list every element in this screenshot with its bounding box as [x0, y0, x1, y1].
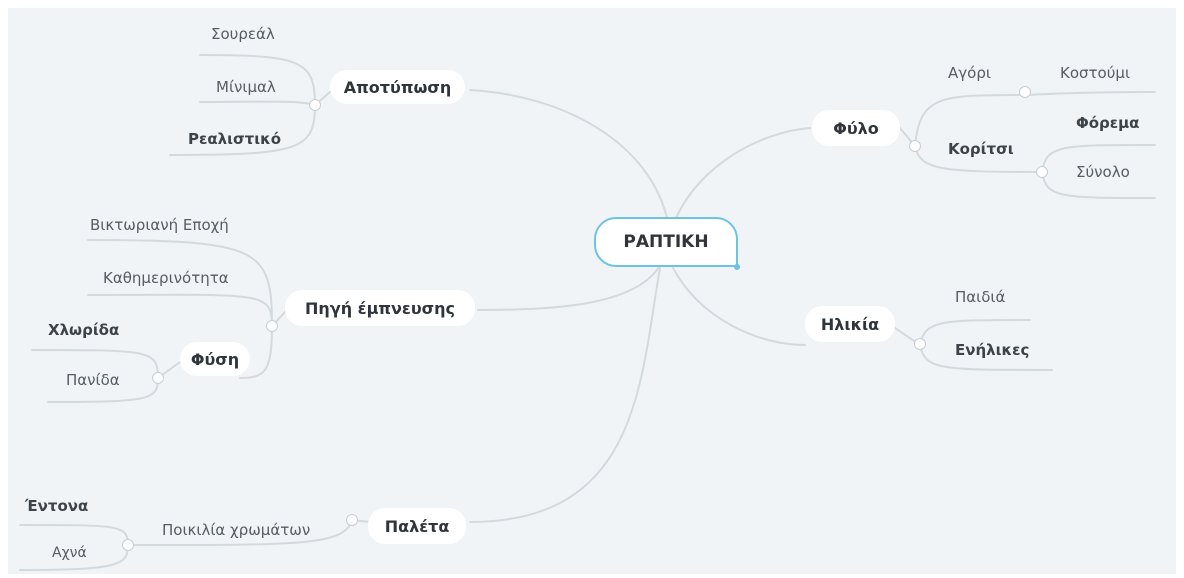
node-fylo-label: Φύλο [833, 118, 879, 138]
node-paleta-label: Παλέτα [384, 516, 450, 536]
collapse-toggle-ilikia[interactable] [914, 338, 926, 350]
node-paidia[interactable]: Παιδιά [955, 287, 1005, 307]
link-root-fylo [675, 127, 811, 219]
node-minimal[interactable]: Μίνιμαλ [216, 77, 276, 97]
link-root-ilikia [671, 265, 806, 346]
node-kathimerinotita[interactable]: Καθημερινότητα [103, 268, 229, 288]
collapse-toggle-fylo[interactable] [909, 140, 921, 152]
node-synolo[interactable]: Σύνολο [1076, 162, 1130, 182]
node-paleta[interactable]: Παλέτα [368, 508, 466, 544]
root-resize-handle[interactable] [734, 264, 740, 270]
node-viktoriani[interactable]: Βικτωριανή Εποχή [90, 215, 229, 235]
link-minimal [199, 100, 316, 106]
node-fysi-label: Φύση [190, 349, 240, 369]
collapse-toggle-apotyposi[interactable] [309, 99, 321, 111]
collapse-toggle-fysi[interactable] [152, 372, 164, 384]
root-node[interactable]: ΡΑΠΤΙΚΗ [594, 217, 738, 267]
mindmap-canvas: ΡΑΠΤΙΚΗ Αποτύπωση Σουρεάλ Μίνιμαλ Ρεαλισ… [0, 0, 1184, 578]
node-kostoumi[interactable]: Κοστούμι [1060, 63, 1130, 83]
node-sourealist[interactable]: Σουρεάλ [211, 24, 275, 44]
node-ilikia[interactable]: Ηλικία [805, 306, 895, 342]
collapse-toggle-koritsi[interactable] [1036, 166, 1048, 178]
link-root-apotyposi [469, 89, 669, 223]
collapse-toggle-poikilia[interactable] [122, 539, 134, 551]
node-fysi[interactable]: Φύση [180, 342, 250, 376]
node-agori[interactable]: Αγόρι [948, 63, 991, 83]
node-enilikes[interactable]: Ενήλικες [955, 340, 1029, 360]
collapse-toggle-paleta[interactable] [346, 514, 358, 526]
node-apotyposi-label: Αποτύπωση [343, 77, 452, 97]
node-pigi[interactable]: Πηγή έμπνευσης [285, 290, 475, 326]
collapse-toggle-pigi[interactable] [266, 320, 278, 332]
link-agori-hub [1024, 91, 1156, 96]
root-label: ΡΑΠΤΙΚΗ [623, 232, 709, 252]
node-achna[interactable]: Αχνά [52, 543, 87, 563]
node-apotyposi[interactable]: Αποτύπωση [330, 70, 465, 104]
node-forema[interactable]: Φόρεμα [1076, 113, 1140, 133]
node-poikilia[interactable]: Ποικιλία χρωμάτων [162, 520, 310, 540]
connector-lines [19, 54, 1156, 571]
link-entona [19, 524, 129, 546]
node-entona[interactable]: Έντονα [25, 496, 88, 516]
node-koritsi[interactable]: Κορίτσι [948, 139, 1014, 159]
collapse-toggle-agori[interactable] [1019, 86, 1031, 98]
node-pigi-label: Πηγή έμπνευσης [305, 298, 455, 318]
node-fylo[interactable]: Φύλο [812, 110, 900, 146]
node-realistiko[interactable]: Ρεαλιστικό [188, 129, 281, 149]
node-panida[interactable]: Πανίδα [66, 370, 120, 390]
link-root-pigi [477, 261, 663, 311]
node-chlorida[interactable]: Χλωρίδα [48, 320, 119, 340]
node-ilikia-label: Ηλικία [820, 314, 880, 334]
